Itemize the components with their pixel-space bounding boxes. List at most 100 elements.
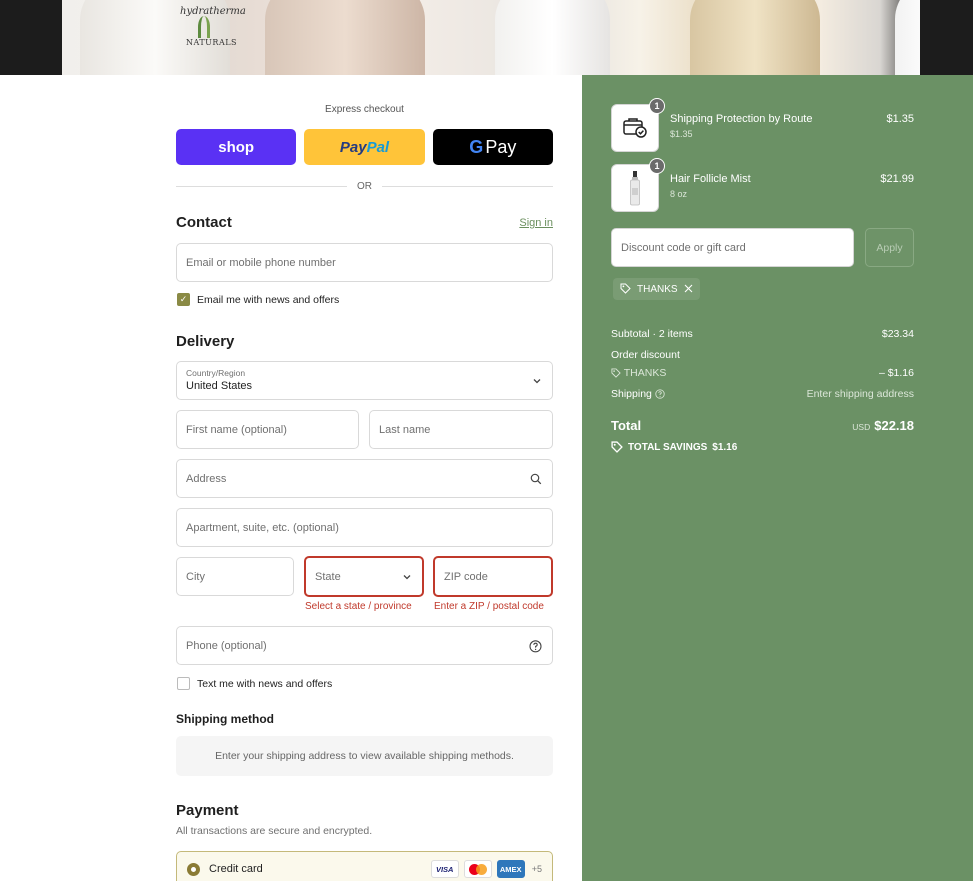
- address-placeholder: Address: [186, 472, 227, 485]
- sign-in-link[interactable]: Sign in: [519, 217, 553, 229]
- product-bottle-image: [690, 0, 820, 75]
- or-divider: OR: [176, 181, 553, 192]
- discount-value: – $1.16: [878, 367, 914, 379]
- phone-placeholder: Phone (optional): [186, 639, 267, 652]
- product-bottle-image: [265, 0, 425, 75]
- shipping-method-placeholder: Enter your shipping address to view avai…: [176, 736, 553, 776]
- shipping-row: Shipping Enter shipping address: [611, 388, 914, 400]
- divider-line: [382, 186, 553, 187]
- applied-discount-tag: THANKS: [613, 278, 700, 300]
- or-label: OR: [357, 181, 372, 192]
- item-quantity-badge: 1: [649, 158, 665, 174]
- order-discount-row: Order discount: [611, 349, 914, 361]
- shipping-method-message: Enter your shipping address to view avai…: [215, 750, 514, 762]
- divider-line: [176, 186, 347, 187]
- credit-card-option[interactable]: Credit card VISA AMEX +5: [176, 851, 553, 881]
- country-label: Country/Region: [186, 368, 246, 378]
- contact-title: Contact: [176, 214, 232, 231]
- item-price: $21.99: [880, 173, 914, 185]
- subtotal-row: Subtotal · 2 items $23.34: [611, 328, 914, 340]
- zip-error-text: Enter a ZIP / postal code: [434, 601, 544, 612]
- brand-logo-subtext: NATURALS: [186, 38, 238, 47]
- bottle-cap-image: [0, 0, 62, 75]
- savings-value: $1.16: [712, 441, 738, 453]
- credit-card-label: Credit card: [209, 863, 263, 875]
- checkout-form-panel: Express checkout shop Pay Pal G Pay OR Con…: [0, 75, 582, 881]
- email-news-checkbox[interactable]: ✓: [177, 293, 190, 306]
- item-subtitle: $1.35: [670, 129, 693, 139]
- subtotal-value: $23.34: [881, 328, 914, 340]
- email-field[interactable]: Email or mobile phone number: [176, 243, 553, 282]
- delivery-title: Delivery: [176, 333, 235, 350]
- help-circle-icon[interactable]: [529, 638, 542, 653]
- text-news-checkbox[interactable]: [177, 677, 190, 690]
- contact-section-header: Contact Sign in: [176, 214, 553, 231]
- tag-icon: [620, 283, 631, 295]
- tag-icon: [611, 441, 623, 453]
- state-error-text: Select a state / province: [305, 601, 412, 612]
- remove-discount-close-icon[interactable]: [684, 284, 693, 295]
- total-row: Total USD $22.18: [611, 418, 914, 433]
- package-check-icon: [622, 117, 648, 139]
- first-name-field[interactable]: First name (optional): [176, 410, 359, 449]
- total-label: Total: [611, 418, 642, 433]
- shop-pay-label: shop: [218, 138, 255, 156]
- paypal-label-part2: Pal: [366, 138, 390, 156]
- phone-field[interactable]: Phone (optional): [176, 626, 553, 665]
- paypal-label-part1: Pay: [339, 138, 367, 156]
- total-value: $22.18: [874, 418, 914, 433]
- help-circle-icon[interactable]: [655, 388, 665, 400]
- apply-discount-button[interactable]: Apply: [865, 228, 914, 267]
- paypal-button[interactable]: Pay Pal: [304, 129, 425, 165]
- item-quantity-badge: 1: [649, 98, 665, 114]
- google-pay-button[interactable]: G Pay: [432, 129, 553, 165]
- city-field[interactable]: City: [176, 557, 294, 596]
- credit-card-radio[interactable]: [187, 862, 200, 876]
- header-banner: hydratherma NATURALS: [0, 0, 973, 75]
- search-icon: [530, 472, 542, 486]
- payment-subtitle: All transactions are secure and encrypte…: [176, 825, 373, 837]
- state-select[interactable]: State: [304, 556, 424, 597]
- product-bottle-image: [495, 0, 610, 75]
- city-placeholder: City: [186, 570, 205, 583]
- express-checkout-label: Express checkout: [325, 104, 404, 115]
- chevron-down-icon: [402, 570, 412, 584]
- email-news-checkbox-row[interactable]: ✓ Email me with news and offers: [177, 293, 339, 306]
- bottle-cap-image: [920, 0, 973, 75]
- apartment-placeholder: Apartment, suite, etc. (optional): [186, 521, 339, 534]
- brand-logo-text: hydratherma: [180, 6, 246, 17]
- text-news-checkbox-row[interactable]: Text me with news and offers: [177, 677, 332, 690]
- google-g-icon: G: [469, 136, 484, 157]
- more-cards-badge: +5: [531, 864, 542, 874]
- address-field[interactable]: Address: [176, 459, 553, 498]
- item-name: Shipping Protection by Route: [670, 113, 813, 125]
- country-value: United States: [186, 380, 253, 392]
- mastercard-icon: [463, 860, 492, 878]
- google-pay-label: Pay: [485, 136, 517, 157]
- shop-pay-button[interactable]: shop: [176, 129, 297, 165]
- apartment-field[interactable]: Apartment, suite, etc. (optional): [176, 508, 553, 547]
- last-name-placeholder: Last name: [379, 423, 431, 436]
- brand-leaf-icon: [198, 16, 210, 38]
- tag-code: THANKS: [637, 283, 678, 295]
- first-name-placeholder: First name (optional): [186, 423, 287, 436]
- order-discount-label: Order discount: [611, 349, 680, 361]
- visa-icon: VISA: [430, 860, 459, 878]
- zip-field[interactable]: ZIP code: [433, 556, 553, 597]
- last-name-field[interactable]: Last name: [369, 410, 553, 449]
- payment-title: Payment: [176, 802, 239, 819]
- item-price: $1.35: [886, 113, 914, 125]
- discount-code-input[interactable]: Discount code or gift card: [611, 228, 854, 267]
- line-item: 1 Shipping Protection by Route $1.35 $1.…: [611, 98, 914, 152]
- state-placeholder: State: [315, 570, 341, 583]
- discount-code-row: THANKS – $1.16: [611, 367, 914, 379]
- currency-code: USD: [852, 422, 871, 432]
- card-logos: VISA AMEX +5: [430, 860, 542, 878]
- email-placeholder: Email or mobile phone number: [186, 256, 336, 269]
- zip-placeholder: ZIP code: [444, 570, 488, 583]
- country-select[interactable]: Country/Region United States: [176, 361, 553, 400]
- discount-code-label: THANKS: [623, 367, 667, 379]
- spray-bottle-icon: [628, 170, 642, 206]
- line-item: 1 Hair Follicle Mist 8 oz $21.99: [611, 158, 914, 212]
- order-summary-panel: 1 Shipping Protection by Route $1.35 $1.…: [582, 75, 973, 881]
